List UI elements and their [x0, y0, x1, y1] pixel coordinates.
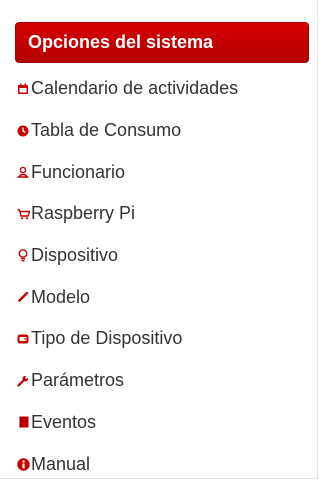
user-icon: [16, 165, 30, 179]
lightbulb-icon: [16, 249, 30, 263]
menu-item-label: Raspberry Pi: [31, 203, 136, 224]
menu-item-eventos[interactable]: Eventos: [16, 402, 238, 444]
clock-icon: [16, 124, 30, 138]
system-options-menu: Calendario de actividades Tabla de Consu…: [16, 68, 238, 485]
menu-item-parametros[interactable]: Parámetros: [16, 360, 238, 402]
menu-item-label: Dispositivo: [31, 245, 119, 266]
menu-item-label: Tabla de Consumo: [31, 120, 182, 141]
menu-item-label: Funcionario: [31, 161, 126, 182]
menu-item-dispositivo[interactable]: Dispositivo: [16, 235, 238, 277]
menu-item-label: Tipo de Dispositivo: [31, 328, 183, 349]
system-options-panel: Opciones del sistema Calendario de activ…: [0, 0, 318, 479]
menu-item-calendario[interactable]: Calendario de actividades: [16, 68, 238, 110]
panel-title: Opciones del sistema: [15, 22, 309, 63]
menu-item-tabla-consumo[interactable]: Tabla de Consumo: [16, 110, 238, 152]
menu-item-funcionario[interactable]: Funcionario: [16, 151, 238, 193]
menu-item-label: Calendario de actividades: [31, 78, 239, 99]
menu-item-label: Manual: [31, 453, 91, 474]
calendar-icon: [16, 82, 30, 96]
pencil-icon: [16, 290, 30, 304]
menu-item-label: Eventos: [31, 411, 97, 432]
menu-item-tipo-dispositivo[interactable]: Tipo de Dispositivo: [16, 318, 238, 360]
menu-item-raspberry-pi[interactable]: Raspberry Pi: [16, 193, 238, 235]
hdd-icon: [16, 332, 30, 346]
wrench-icon: [16, 374, 30, 388]
info-icon: [16, 457, 30, 471]
book-icon: [16, 415, 30, 429]
menu-item-label: Modelo: [31, 286, 91, 307]
menu-item-modelo[interactable]: Modelo: [16, 276, 238, 318]
menu-item-label: Parámetros: [31, 370, 125, 391]
menu-item-manual[interactable]: Manual: [16, 443, 238, 485]
cart-icon: [16, 207, 30, 221]
